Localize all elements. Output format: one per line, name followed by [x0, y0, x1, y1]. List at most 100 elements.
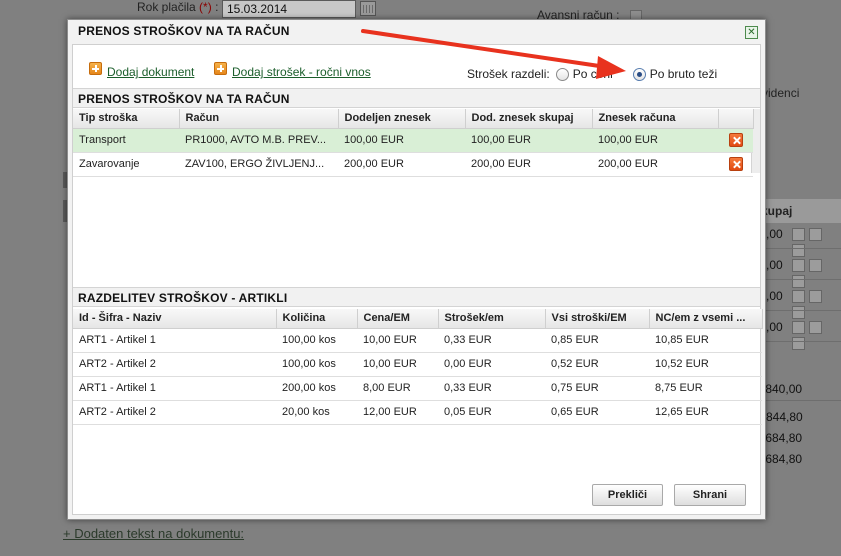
- cell-article: ART1 - Artikel 1: [73, 328, 276, 353]
- cell-invoice: ZAV100, ERGO ŽIVLJENJ...: [179, 152, 338, 177]
- table-row[interactable]: Zavarovanje ZAV100, ERGO ŽIVLJENJ... 200…: [73, 152, 753, 177]
- bg-row-value: ,00: [766, 289, 783, 303]
- col-kolicina[interactable]: Količina: [276, 309, 358, 329]
- table-row[interactable]: ART2 - Artikel 2 100,00 kos 10,00 EUR 0,…: [73, 352, 762, 377]
- evidenci-text: videnci: [762, 86, 800, 100]
- bg-row-value: ,00: [766, 227, 783, 241]
- table-row[interactable]: ART1 - Artikel 1 200,00 kos 8,00 EUR 0,3…: [73, 376, 762, 401]
- cell-cost: 0,05 EUR: [438, 400, 545, 425]
- cell-invoice-amount: 200,00 EUR: [592, 152, 718, 177]
- cell-cost: 0,33 EUR: [438, 376, 545, 401]
- edit-icon[interactable]: [792, 337, 805, 350]
- cell-total: 200,00 EUR: [465, 152, 592, 177]
- rok-placila-label: Rok plačila (*) :: [137, 0, 219, 14]
- remove-icon[interactable]: [792, 228, 805, 241]
- cell-article: ART2 - Artikel 2: [73, 400, 276, 425]
- remove-icon[interactable]: [792, 259, 805, 272]
- cell-quantity: 100,00 kos: [276, 328, 357, 353]
- save-button[interactable]: Shrani: [674, 484, 746, 506]
- cell-price: 12,00 EUR: [357, 400, 438, 425]
- close-icon[interactable]: ✕: [745, 26, 758, 39]
- col-racun[interactable]: Račun: [179, 109, 339, 129]
- col-id-sifra-naziv[interactable]: Id - Šifra - Naziv: [73, 309, 277, 329]
- col-nc-em[interactable]: NC/em z vsemi ...: [649, 309, 763, 329]
- cell-total: 100,00 EUR: [465, 128, 592, 153]
- cancel-button[interactable]: Prekliči: [592, 484, 663, 506]
- bg-row-actions[interactable]: [792, 321, 841, 350]
- add-cost-link[interactable]: Dodaj strošek - ročni vnos: [214, 61, 371, 79]
- edit-icon[interactable]: [792, 306, 805, 319]
- bg-total: 844,80: [766, 410, 803, 424]
- cell-nc: 10,85 EUR: [649, 328, 762, 353]
- col-znesek-racuna[interactable]: Znesek računa: [592, 109, 719, 129]
- cell-price: 8,00 EUR: [357, 376, 438, 401]
- sort-icon[interactable]: [809, 228, 822, 241]
- dialog-toolbar: Dodaj dokument Dodaj strošek - ročni vno…: [73, 45, 760, 85]
- cell-assigned: 100,00 EUR: [338, 128, 465, 153]
- rok-placila-input[interactable]: 15.03.2014: [222, 0, 356, 18]
- col-cena-em[interactable]: Cena/EM: [357, 309, 439, 329]
- sort-icon[interactable]: [809, 290, 822, 303]
- cell-assigned: 200,00 EUR: [338, 152, 465, 177]
- table-row[interactable]: ART2 - Artikel 2 20,00 kos 12,00 EUR 0,0…: [73, 400, 762, 425]
- col-tip-stroska[interactable]: Tip stroška: [73, 109, 180, 129]
- cell-all-costs: 0,75 EUR: [545, 376, 649, 401]
- add-document-link[interactable]: Dodaj dokument: [89, 61, 194, 79]
- radio-by-price-label[interactable]: Po ceni: [573, 67, 613, 81]
- cell-price: 10,00 EUR: [357, 352, 438, 377]
- cell-all-costs: 0,65 EUR: [545, 400, 649, 425]
- remove-icon[interactable]: [792, 321, 805, 334]
- col-strosek-em[interactable]: Strošek/em: [438, 309, 546, 329]
- bg-total: .684,80: [762, 452, 803, 466]
- col-actions: [718, 109, 754, 129]
- radio-by-price[interactable]: [555, 67, 569, 81]
- split-options: Strošek razdeli: Po ceni Po bruto teži: [467, 67, 717, 81]
- bg-row-value: ,00: [766, 258, 783, 272]
- cell-article: ART2 - Artikel 2: [73, 352, 276, 377]
- cell-quantity: 20,00 kos: [276, 400, 357, 425]
- col-vsi-stroski-em[interactable]: Vsi stroški/EM: [545, 309, 650, 329]
- cell-type: Transport: [73, 128, 179, 153]
- bg-row-actions[interactable]: [792, 259, 841, 288]
- bg-row-actions[interactable]: [792, 228, 841, 257]
- costs-table: Tip stroška Račun Dodeljen znesek Dod. z…: [73, 109, 754, 177]
- cell-invoice: PR1000, AVTO M.B. PREV...: [179, 128, 338, 153]
- col-dod-znesek-skupaj[interactable]: Dod. znesek skupaj: [465, 109, 593, 129]
- additional-text-link[interactable]: + Dodaten tekst na dokumentu:: [63, 526, 244, 541]
- delete-icon[interactable]: [728, 133, 743, 147]
- add-icon: [214, 61, 227, 75]
- edit-icon[interactable]: [792, 275, 805, 288]
- bg-row-actions[interactable]: [792, 290, 841, 319]
- cell-type: Zavarovanje: [73, 152, 179, 177]
- cost-transfer-dialog: PRENOS STROŠKOV NA TA RAČUN ✕ Dodaj doku…: [67, 19, 766, 520]
- add-icon: [89, 61, 102, 75]
- articles-header-row: Id - Šifra - Naziv Količina Cena/EM Stro…: [73, 309, 763, 329]
- articles-section-title: RAZDELITEV STROŠKOV - ARTIKLI: [73, 287, 760, 307]
- radio-by-weight[interactable]: [632, 67, 646, 81]
- delete-icon[interactable]: [728, 157, 743, 171]
- bg-total: .684,80: [762, 431, 803, 445]
- bg-total: .840,00: [762, 382, 803, 396]
- bg-row-value: ,00: [766, 320, 783, 334]
- delete-cell: [718, 128, 753, 153]
- cell-cost: 0,00 EUR: [438, 352, 545, 377]
- calendar-icon[interactable]: [360, 1, 376, 16]
- dialog-title: PRENOS STROŠKOV NA TA RAČUN: [78, 24, 290, 38]
- edit-icon[interactable]: [792, 244, 805, 257]
- cell-nc: 12,65 EUR: [649, 400, 762, 425]
- cell-all-costs: 0,52 EUR: [545, 352, 649, 377]
- costs-header-row: Tip stroška Račun Dodeljen znesek Dod. z…: [73, 109, 754, 129]
- sort-icon[interactable]: [809, 259, 822, 272]
- costs-section-title: PRENOS STROŠKOV NA TA RAČUN: [73, 88, 760, 108]
- table-row[interactable]: Transport PR1000, AVTO M.B. PREV... 100,…: [73, 128, 753, 153]
- radio-by-weight-label[interactable]: Po bruto teži: [650, 67, 717, 81]
- cell-article: ART1 - Artikel 1: [73, 376, 276, 401]
- col-dodeljen-znesek[interactable]: Dodeljen znesek: [338, 109, 466, 129]
- table-row[interactable]: ART1 - Artikel 1 100,00 kos 10,00 EUR 0,…: [73, 328, 762, 353]
- cell-nc: 10,52 EUR: [649, 352, 762, 377]
- cell-price: 10,00 EUR: [357, 328, 438, 353]
- sort-icon[interactable]: [809, 321, 822, 334]
- articles-table: Id - Šifra - Naziv Količina Cena/EM Stro…: [73, 309, 763, 425]
- cell-cost: 0,33 EUR: [438, 328, 545, 353]
- remove-icon[interactable]: [792, 290, 805, 303]
